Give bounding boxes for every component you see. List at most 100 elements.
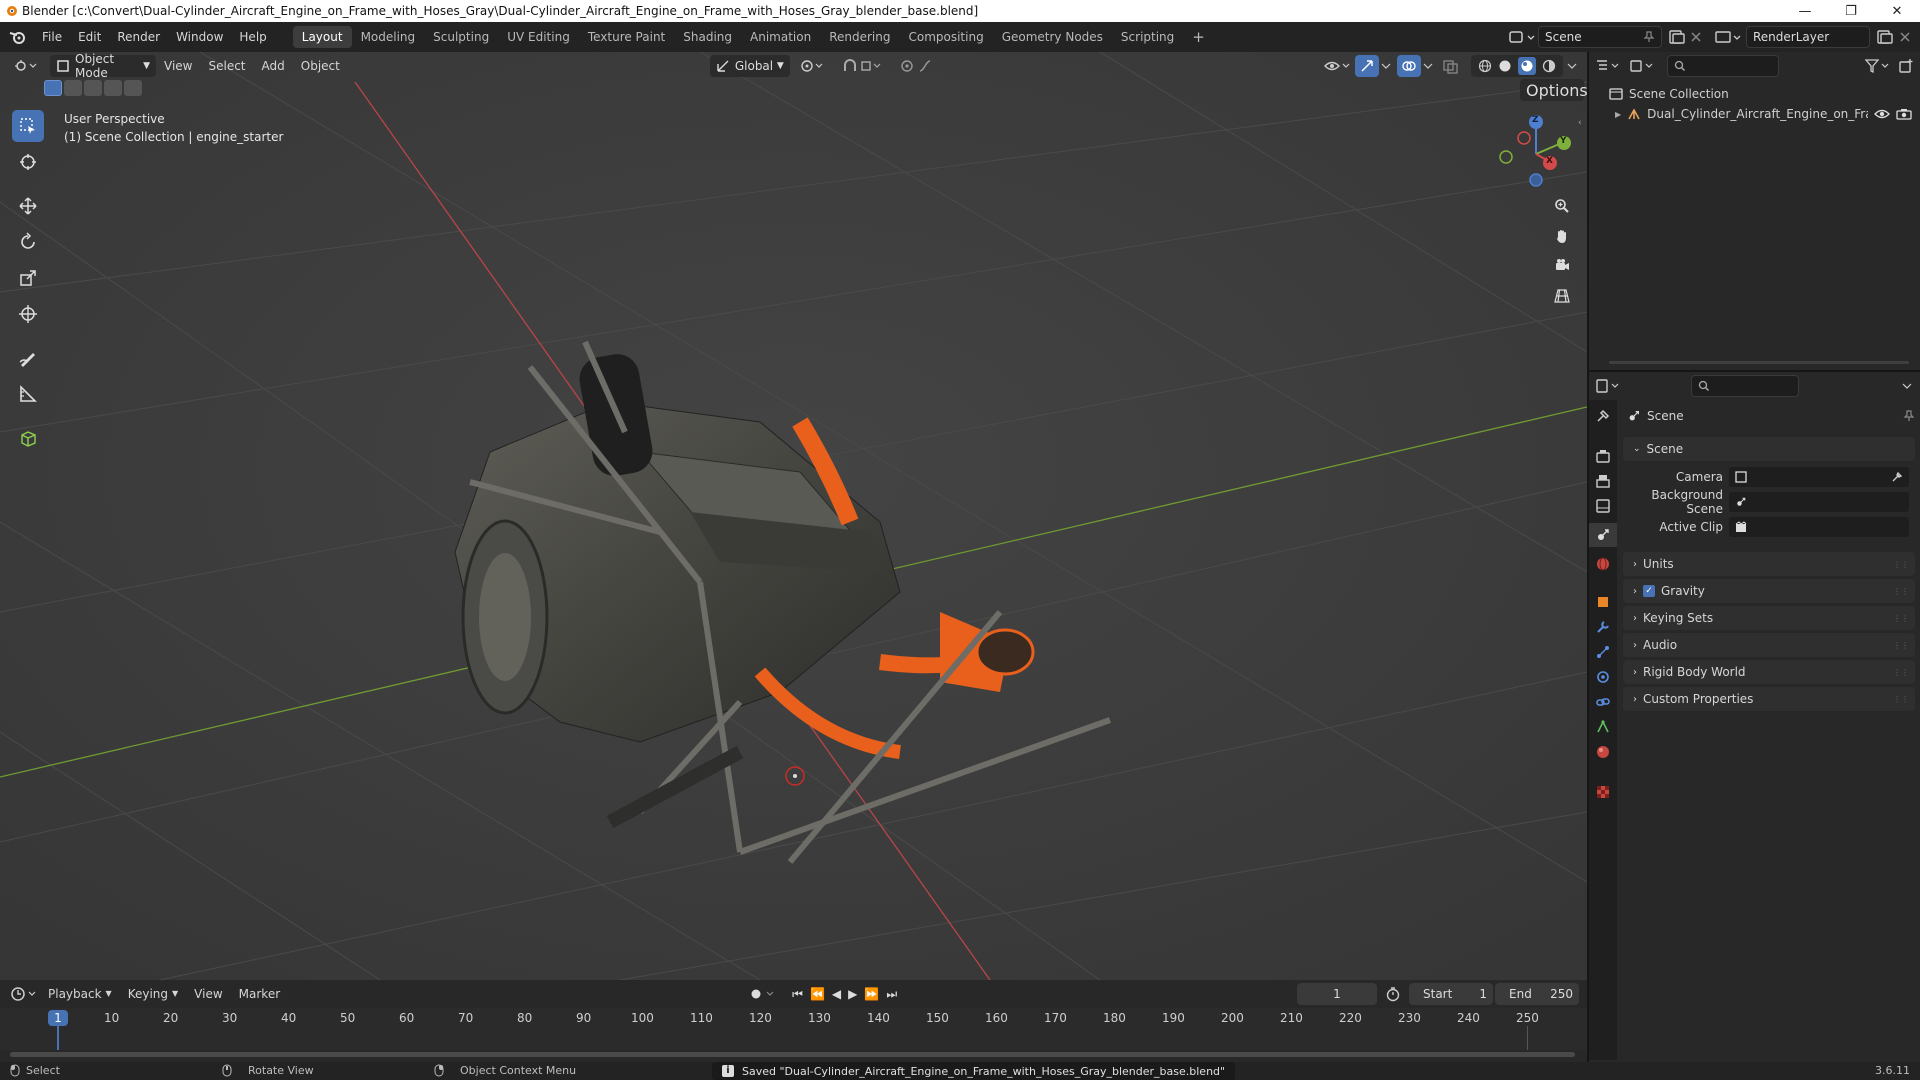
proportional-editing-toggle[interactable] (894, 55, 950, 77)
scene-panel-header[interactable]: ⌄ Scene (1623, 437, 1915, 461)
visibility-icon[interactable] (1323, 58, 1351, 74)
background-scene-field[interactable] (1729, 492, 1909, 512)
units-panel[interactable]: › Units ⋮⋮ (1623, 552, 1915, 576)
expand-arrow-icon[interactable]: ▶ (1615, 110, 1621, 119)
physics-tab-icon[interactable] (1595, 669, 1611, 685)
viewport-menu-select[interactable]: Select (200, 55, 253, 77)
new-layer-icon[interactable] (1874, 29, 1896, 45)
delete-scene-icon[interactable] (1688, 29, 1704, 45)
texture-tab-icon[interactable] (1595, 784, 1611, 800)
pivot-point-dropdown[interactable] (794, 55, 832, 77)
play-icon[interactable]: ▶ (848, 987, 857, 1002)
chevron-down-icon[interactable] (1900, 379, 1914, 393)
gravity-checkbox[interactable]: ✓ (1643, 585, 1655, 597)
select-invert-icon[interactable] (104, 80, 122, 96)
gravity-panel[interactable]: › ✓ Gravity ⋮⋮ (1623, 579, 1915, 603)
rendered-shading-icon[interactable] (1542, 59, 1556, 73)
render-tab-icon[interactable] (1595, 448, 1611, 464)
keying-menu[interactable]: Keying ▼ (120, 983, 186, 1005)
record-icon[interactable] (748, 986, 778, 1002)
timeline-view-menu[interactable]: View (186, 983, 230, 1005)
world-tab-icon[interactable] (1595, 556, 1611, 572)
add-workspace-button[interactable]: + (1183, 26, 1214, 48)
camera-view-icon[interactable] (1549, 253, 1575, 279)
sidebar-toggle-icon[interactable]: ‹ (1578, 118, 1582, 128)
frame-ruler[interactable]: 1 10 20 30 40 50 60 70 80 90 100 110 120… (0, 1008, 1587, 1050)
menu-file[interactable]: File (34, 26, 70, 48)
select-intersect-icon[interactable] (124, 80, 142, 96)
wireframe-shading-icon[interactable] (1478, 59, 1492, 73)
cursor-tool[interactable] (12, 146, 44, 178)
menu-render[interactable]: Render (109, 26, 168, 48)
menu-edit[interactable]: Edit (70, 26, 109, 48)
select-extend-icon[interactable] (64, 80, 82, 96)
zoom-icon[interactable] (1549, 193, 1575, 219)
tab-shading[interactable]: Shading (674, 26, 741, 48)
drag-handle-icon[interactable]: ⋮⋮ (1893, 560, 1915, 569)
rotate-tool[interactable] (12, 226, 44, 258)
menu-help[interactable]: Help (231, 26, 274, 48)
jump-start-icon[interactable]: ⏮ (792, 987, 803, 1002)
drag-handle-icon[interactable]: ⋮⋮ (1893, 587, 1915, 596)
chevron-down-icon[interactable] (1563, 58, 1581, 74)
marker-menu[interactable]: Marker (231, 983, 288, 1005)
next-keyframe-icon[interactable]: ⏩ (864, 987, 879, 1002)
tab-modeling[interactable]: Modeling (352, 26, 425, 48)
eye-icon[interactable] (1874, 108, 1890, 120)
close-button[interactable]: ✕ (1874, 0, 1920, 22)
stopwatch-icon[interactable] (1383, 986, 1405, 1002)
new-scene-icon[interactable] (1666, 29, 1688, 45)
active-clip-field[interactable] (1729, 517, 1909, 537)
pin-icon[interactable] (1903, 410, 1915, 422)
keying-sets-panel[interactable]: › Keying Sets ⋮⋮ (1623, 606, 1915, 630)
tab-scripting[interactable]: Scripting (1112, 26, 1183, 48)
3d-viewport[interactable] (0, 52, 1587, 980)
navigation-gizmo[interactable]: Z Y X (1490, 110, 1580, 194)
shading-mode-group[interactable] (1471, 55, 1563, 77)
maximize-button[interactable]: ❐ (1828, 0, 1874, 22)
pan-hand-icon[interactable] (1549, 223, 1575, 249)
select-box-tool[interactable] (12, 110, 44, 142)
select-subtract-icon[interactable] (84, 80, 102, 96)
data-tab-icon[interactable] (1595, 719, 1611, 735)
overlay-toggle[interactable] (1397, 55, 1421, 77)
annotate-tool[interactable] (12, 342, 44, 374)
tab-compositing[interactable]: Compositing (899, 26, 992, 48)
snap-toggle[interactable] (836, 55, 890, 77)
end-frame-field[interactable]: End 250 (1495, 983, 1579, 1005)
rigid-body-world-panel[interactable]: › Rigid Body World ⋮⋮ (1623, 660, 1915, 684)
tool-tab-icon[interactable] (1595, 408, 1611, 424)
viewport-menu-object[interactable]: Object (293, 55, 348, 77)
scene-icon[interactable] (1508, 29, 1536, 45)
editor-type-button[interactable] (8, 55, 46, 77)
minimize-button[interactable]: — (1782, 0, 1828, 22)
camera-render-icon[interactable] (1896, 108, 1912, 120)
tab-uv-editing[interactable]: UV Editing (498, 26, 579, 48)
display-mode-icon[interactable] (1629, 58, 1657, 74)
view-layer-tab-icon[interactable] (1595, 498, 1611, 514)
blender-menu-icon[interactable] (8, 29, 28, 45)
material-shading-icon[interactable] (1518, 57, 1536, 75)
output-tab-icon[interactable] (1595, 473, 1611, 489)
tab-layout[interactable]: Layout (292, 26, 352, 48)
viewport-menu-add[interactable]: Add (254, 55, 293, 77)
properties-search-input[interactable] (1691, 375, 1799, 397)
outliner-search-input[interactable] (1667, 55, 1779, 77)
playhead[interactable]: 1 (48, 1010, 68, 1026)
delete-layer-icon[interactable] (1896, 29, 1914, 45)
select-new-icon[interactable] (44, 80, 62, 96)
drag-handle-icon[interactable]: ⋮⋮ (1893, 695, 1915, 704)
modifier-tab-icon[interactable] (1595, 619, 1611, 635)
measure-tool[interactable] (12, 378, 44, 410)
object-tab-icon[interactable] (1595, 594, 1611, 610)
timeline-scrollbar[interactable] (10, 1052, 1575, 1057)
outliner-properties-divider[interactable] (1589, 370, 1920, 372)
particles-tab-icon[interactable] (1595, 644, 1611, 660)
menu-window[interactable]: Window (168, 26, 231, 48)
jump-end-icon[interactable]: ⏭ (886, 987, 897, 1002)
tab-geometry-nodes[interactable]: Geometry Nodes (993, 26, 1112, 48)
add-cube-tool[interactable] (12, 422, 44, 454)
outliner-scrollbar[interactable] (1609, 361, 1909, 364)
object-mode-dropdown[interactable]: Object Mode ▼ (50, 52, 156, 80)
start-frame-field[interactable]: Start 1 (1409, 983, 1493, 1005)
